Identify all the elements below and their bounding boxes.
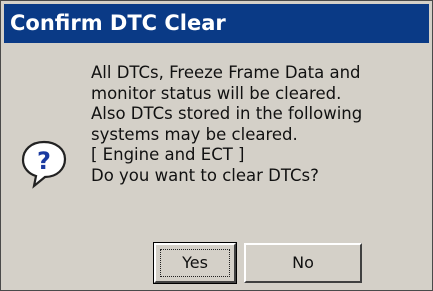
yes-button[interactable]: Yes [153, 242, 237, 284]
message-line: All DTCs, Freeze Frame Data and [91, 63, 361, 82]
message-line: monitor status will be cleared. [91, 83, 342, 103]
no-button-label: No [292, 253, 314, 272]
question-icon: ? [20, 139, 68, 189]
message-line-question: Do you want to clear DTCs? [91, 165, 319, 185]
dialog-title: Confirm DTC Clear [10, 11, 226, 35]
svg-text:?: ? [37, 147, 51, 175]
no-button[interactable]: No [244, 243, 362, 283]
message-line: Also DTCs stored in the following [91, 104, 363, 123]
yes-button-label: Yes [182, 253, 208, 272]
confirm-dialog: Confirm DTC Clear ? All DTCs, Freeze Fra… [0, 0, 433, 291]
dialog-message: All DTCs, Freeze Frame Data and monitor … [91, 63, 421, 186]
dialog-titlebar: Confirm DTC Clear [4, 4, 429, 43]
message-line-systems: [ Engine and ECT ] [91, 145, 245, 164]
message-line: systems may be cleared. [91, 124, 298, 144]
